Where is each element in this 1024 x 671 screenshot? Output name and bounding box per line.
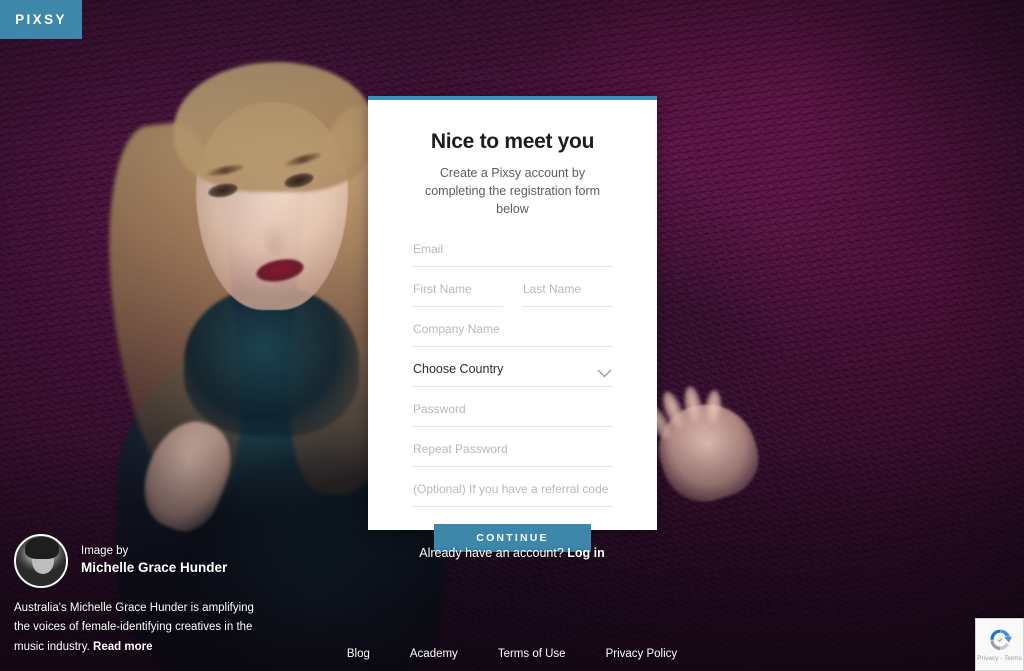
photo-credit-names: Image by Michelle Grace Hunder <box>81 544 227 578</box>
recaptcha-badge[interactable]: Privacy - Terms <box>975 618 1024 671</box>
email-placeholder: Email <box>413 242 444 257</box>
pixsy-logo[interactable]: PIXSY <box>0 0 82 39</box>
last-name-field[interactable]: Last Name <box>522 280 613 308</box>
referral-code-placeholder: (Optional) If you have a referral code <box>413 482 609 497</box>
pixsy-logo-text: PIXSY <box>15 12 67 27</box>
page-title: Nice to meet you <box>430 130 595 153</box>
footer-links: Blog Academy Terms of Use Privacy Policy <box>0 648 1024 660</box>
email-field[interactable]: Email <box>412 240 613 268</box>
country-select-value: Choose Country <box>413 362 504 377</box>
footer-link-blog[interactable]: Blog <box>347 648 370 660</box>
chevron-down-icon <box>597 365 612 378</box>
referral-code-field[interactable]: (Optional) If you have a referral code <box>412 480 613 508</box>
company-name-placeholder: Company Name <box>413 322 500 337</box>
page-subtitle: Create a Pixsy account by completing the… <box>424 166 601 217</box>
image-by-label: Image by <box>81 544 129 557</box>
photographer-name: Michelle Grace Hunder <box>81 560 228 576</box>
last-name-placeholder: Last Name <box>523 282 582 297</box>
registration-form: Email First Name Last Name Company Name … <box>412 240 613 553</box>
country-select[interactable]: Choose Country <box>412 360 613 388</box>
password-field[interactable]: Password <box>412 400 613 428</box>
footer-link-terms-of-use[interactable]: Terms of Use <box>498 648 566 660</box>
login-link[interactable]: Log in <box>567 546 605 560</box>
password-placeholder: Password <box>413 402 466 417</box>
footer-link-academy[interactable]: Academy <box>410 648 458 660</box>
repeat-password-field[interactable]: Repeat Password <box>412 440 613 468</box>
recaptcha-icon <box>987 627 1013 653</box>
first-name-placeholder: First Name <box>413 282 472 297</box>
name-row: First Name Last Name <box>412 280 613 320</box>
login-prompt-text: Already have an account? <box>419 546 564 560</box>
avatar <box>14 534 68 588</box>
repeat-password-placeholder: Repeat Password <box>413 442 508 457</box>
signup-page: PIXSY Nice to meet you Create a Pixsy ac… <box>0 0 1024 671</box>
registration-card: Nice to meet you Create a Pixsy account … <box>368 96 657 553</box>
company-name-field[interactable]: Company Name <box>412 320 613 348</box>
photo-credit-header: Image by Michelle Grace Hunder <box>14 534 314 588</box>
recaptcha-privacy-terms[interactable]: Privacy - Terms <box>977 655 1022 662</box>
footer-link-privacy-policy[interactable]: Privacy Policy <box>606 648 678 660</box>
photo-credit: Image by Michelle Grace Hunder Australia… <box>14 534 314 657</box>
first-name-field[interactable]: First Name <box>412 280 503 308</box>
